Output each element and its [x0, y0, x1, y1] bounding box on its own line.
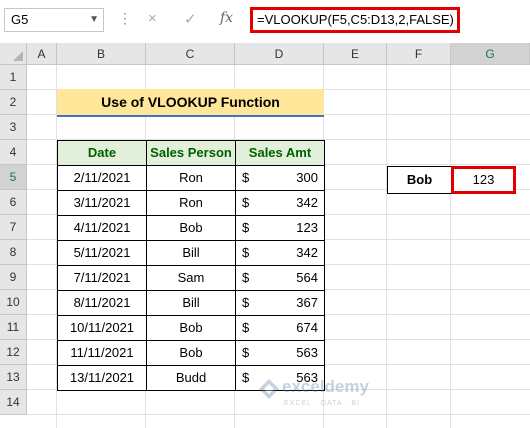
sales-amt-cell[interactable]: $342	[235, 240, 325, 266]
sales-amt-cell[interactable]: $674	[235, 315, 325, 341]
amount-value: 367	[296, 295, 318, 310]
currency-symbol: $	[242, 370, 250, 385]
name-box[interactable]: G5 ▼	[4, 8, 104, 32]
amount-value: 564	[296, 270, 318, 285]
sales-amt-cell[interactable]: $367	[235, 290, 325, 316]
select-all-button[interactable]	[0, 43, 27, 65]
row-header-2[interactable]: 2	[0, 90, 27, 115]
row-header-5[interactable]: 5	[0, 165, 27, 190]
column-header-g[interactable]: G	[451, 43, 530, 65]
row-header-12[interactable]: 12	[0, 340, 27, 365]
result-cell[interactable]: 123	[451, 166, 516, 194]
currency-symbol: $	[242, 270, 250, 285]
sales-person-cell[interactable]: Ron	[146, 165, 236, 191]
sales-person-cell[interactable]: Bob	[146, 340, 236, 366]
date-cell[interactable]: 4/11/2021	[57, 215, 147, 241]
enter-icon[interactable]: ✓	[184, 10, 197, 28]
date-cell[interactable]: 5/11/2021	[57, 240, 147, 266]
exceldemy-logo-icon	[259, 379, 279, 399]
table-header-date[interactable]: Date	[57, 140, 147, 166]
amount-value: 563	[296, 345, 318, 360]
sales-person-cell[interactable]: Bob	[146, 315, 236, 341]
sales-person-cell[interactable]: Budd	[146, 365, 236, 391]
name-box-value: G5	[11, 12, 29, 27]
table-header-sales-amt[interactable]: Sales Amt	[235, 140, 325, 166]
formula-bar: G5 ▼ ⋮ × ✓ fx =VLOOKUP(F5,C5:D13,2,FALSE…	[0, 0, 530, 40]
lookup-value-cell[interactable]: Bob	[387, 166, 452, 194]
date-cell[interactable]: 3/11/2021	[57, 190, 147, 216]
row-header-1[interactable]: 1	[0, 65, 27, 90]
row-header-6[interactable]: 6	[0, 190, 27, 215]
sheet-title: Use of VLOOKUP Function	[57, 89, 324, 115]
amount-value: 342	[296, 195, 318, 210]
formula-input[interactable]: =VLOOKUP(F5,C5:D13,2,FALSE)	[250, 7, 460, 33]
amount-value: 300	[296, 170, 318, 185]
column-header-d[interactable]: D	[235, 43, 324, 65]
chevron-down-icon[interactable]: ▼	[89, 9, 99, 31]
table-header-sales-person[interactable]: Sales Person	[146, 140, 236, 166]
date-cell[interactable]: 10/11/2021	[57, 315, 147, 341]
row-header-10[interactable]: 10	[0, 290, 27, 315]
sales-person-cell[interactable]: Ron	[146, 190, 236, 216]
sales-person-cell[interactable]: Sam	[146, 265, 236, 291]
sales-person-cell[interactable]: Bill	[146, 240, 236, 266]
sales-amt-cell[interactable]: $342	[235, 190, 325, 216]
watermark: exceldemy EXCEL · DATA · BI	[258, 376, 369, 416]
sales-amt-cell[interactable]: $563	[235, 340, 325, 366]
amount-value: 674	[296, 320, 318, 335]
sales-person-cell[interactable]: Bob	[146, 215, 236, 241]
row-header-4[interactable]: 4	[0, 140, 27, 165]
gridline-vertical	[450, 65, 451, 428]
currency-symbol: $	[242, 245, 250, 260]
insert-function-icon[interactable]: fx	[220, 10, 233, 26]
row-header-3[interactable]: 3	[0, 115, 27, 140]
currency-symbol: $	[242, 320, 250, 335]
date-cell[interactable]: 8/11/2021	[57, 290, 147, 316]
sales-amt-cell[interactable]: $300	[235, 165, 325, 191]
column-header-c[interactable]: C	[146, 43, 235, 65]
column-header-b[interactable]: B	[57, 43, 146, 65]
amount-value: 342	[296, 245, 318, 260]
watermark-name: exceldemy	[282, 377, 369, 396]
currency-symbol: $	[242, 170, 250, 185]
currency-symbol: $	[242, 295, 250, 310]
more-options-icon[interactable]: ⋮	[118, 10, 132, 27]
sales-amt-cell[interactable]: $123	[235, 215, 325, 241]
formula-buttons: × ✓ fx	[140, 8, 244, 32]
column-header-e[interactable]: E	[324, 43, 387, 65]
watermark-tagline: EXCEL · DATA · BI	[284, 400, 360, 407]
currency-symbol: $	[242, 220, 250, 235]
cancel-icon[interactable]: ×	[148, 10, 157, 27]
date-cell[interactable]: 7/11/2021	[57, 265, 147, 291]
column-header-f[interactable]: F	[387, 43, 451, 65]
row-header-9[interactable]: 9	[0, 265, 27, 290]
date-cell[interactable]: 13/11/2021	[57, 365, 147, 391]
gridline-vertical	[386, 65, 387, 428]
currency-symbol: $	[242, 195, 250, 210]
date-cell[interactable]: 11/11/2021	[57, 340, 147, 366]
row-header-13[interactable]: 13	[0, 365, 27, 390]
sales-amt-cell[interactable]: $564	[235, 265, 325, 291]
column-header-a[interactable]: A	[27, 43, 57, 65]
row-header-8[interactable]: 8	[0, 240, 27, 265]
sales-person-cell[interactable]: Bill	[146, 290, 236, 316]
title-underline	[57, 115, 324, 117]
currency-symbol: $	[242, 345, 250, 360]
amount-value: 123	[296, 220, 318, 235]
date-cell[interactable]: 2/11/2021	[57, 165, 147, 191]
row-header-11[interactable]: 11	[0, 315, 27, 340]
row-header-14[interactable]: 14	[0, 390, 27, 415]
row-header-7[interactable]: 7	[0, 215, 27, 240]
